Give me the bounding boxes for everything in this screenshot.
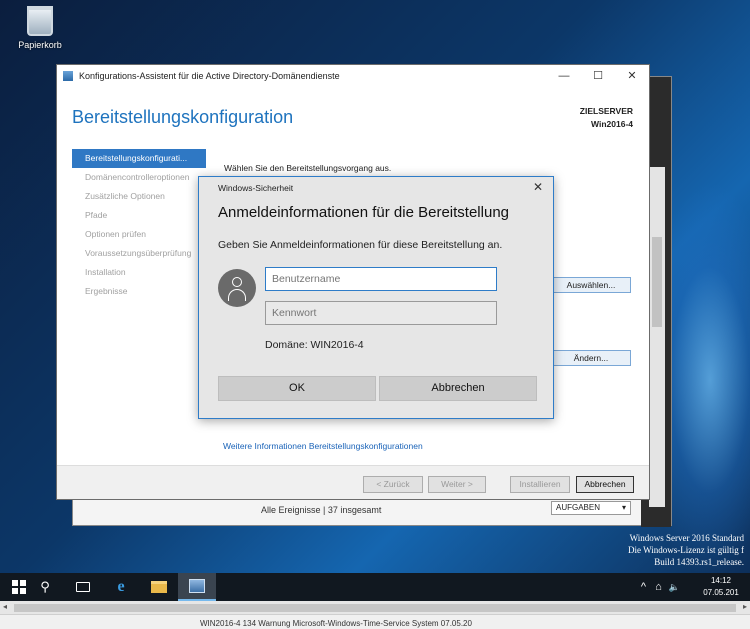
step-installation: Installation (85, 267, 126, 277)
change-credentials-button[interactable]: Ändern... (551, 350, 631, 366)
maximize-icon[interactable]: ☐ (581, 65, 615, 87)
clock-time: 14:12 (710, 576, 732, 585)
cancel-button[interactable]: Abbrechen (576, 476, 634, 493)
step-results: Ergebnisse (85, 286, 128, 296)
event-row[interactable]: WIN2016-4 134 Warnung Microsoft-Windows-… (200, 619, 472, 628)
server-watermark: Windows Server 2016 Standard Die Windows… (628, 532, 744, 568)
next-button[interactable]: Weiter > (428, 476, 486, 493)
clock-date: 07.05.201 (703, 588, 739, 597)
domain-label: Domäne: WIN2016-4 (265, 339, 364, 351)
window-controls: — ☐ ✕ (547, 65, 649, 87)
avatar-body (228, 289, 246, 301)
cancel-dialog-button[interactable]: Abbrechen (379, 376, 537, 401)
background-scrollbar[interactable] (649, 167, 665, 507)
horizontal-scrollbar-thumb[interactable] (14, 604, 736, 612)
credentials-heading: Anmeldeinformationen für die Bereitstell… (218, 204, 509, 221)
step-paths: Pfade (85, 210, 108, 220)
events-count-label: Alle Ereignisse | 37 insgesamt (261, 505, 382, 515)
step-additional-options: Zusätzliche Optionen (85, 191, 165, 201)
wizard-title: Konfigurations-Assistent für die Active … (79, 71, 340, 81)
network-icon[interactable]: ⌂ (655, 581, 662, 593)
select-domain-button[interactable]: Auswählen... (551, 277, 631, 293)
server-manager-icon (63, 71, 73, 81)
page-title: Bereitstellungskonfiguration (72, 107, 294, 127)
horizontal-scrollbar[interactable]: ◂ ▸ (0, 601, 750, 615)
close-icon[interactable]: ✕ (615, 65, 649, 87)
recycle-bin-icon (27, 6, 53, 36)
step-review: Optionen prüfen (85, 229, 146, 239)
tasks-label: AUFGABEN (556, 503, 601, 512)
server-manager-taskbar-icon[interactable] (178, 573, 216, 601)
target-server: ZIELSERVER Win2016-4 (580, 105, 633, 131)
taskbar-clock[interactable]: 14:12 07.05.201 (692, 575, 750, 599)
background-scrollbar-thumb[interactable] (652, 237, 662, 327)
system-tray: ^ ⌂ 🔈 (641, 581, 680, 593)
chevron-down-icon: ▾ (621, 503, 626, 512)
windows-security-dialog: Windows-Sicherheit ✕ Anmeldeinformatione… (198, 176, 554, 419)
close-icon[interactable]: ✕ (533, 180, 543, 194)
task-view-icon[interactable] (64, 573, 102, 601)
volume-icon[interactable]: 🔈 (669, 582, 680, 592)
scroll-right-icon[interactable]: ▸ (743, 602, 747, 611)
license-text: Die Windows-Lizenz ist gültig f (628, 545, 744, 555)
more-info-link[interactable]: Weitere Informationen Bereitstellungskon… (223, 441, 423, 451)
back-button[interactable]: < Zurück (363, 476, 423, 493)
build-text: Build 14393.rs1_release. (654, 557, 744, 567)
file-explorer-icon[interactable] (140, 573, 178, 601)
taskbar: ⚲ e ^ ⌂ 🔈 14:12 07.05.201 (0, 573, 750, 601)
tray-overflow-icon[interactable]: ^ (641, 581, 646, 593)
ok-button[interactable]: OK (218, 376, 376, 401)
target-server-name: Win2016-4 (591, 119, 633, 129)
step-deployment-config[interactable]: Bereitstellungskonfigurati... (72, 149, 206, 168)
minimize-icon[interactable]: — (547, 65, 581, 87)
search-icon[interactable]: ⚲ (26, 573, 64, 601)
avatar-head (232, 277, 242, 287)
internet-explorer-icon[interactable]: e (102, 573, 140, 601)
target-server-label: ZIELSERVER (579, 106, 633, 116)
install-button[interactable]: Installieren (510, 476, 570, 493)
password-input[interactable] (265, 301, 497, 325)
step-prereq-check: Voraussetzungsüberprüfung (85, 248, 192, 258)
desktop: Papierkorb Alle Ereignisse | 37 insgesam… (0, 0, 750, 573)
username-input[interactable] (265, 267, 497, 291)
step-dc-options: Domänencontrolleroptionen (85, 172, 190, 182)
security-dialog-title: Windows-Sicherheit (218, 183, 294, 193)
server-edition-text: Windows Server 2016 Standard (629, 533, 744, 543)
recycle-bin-label: Papierkorb (18, 40, 62, 50)
recycle-bin[interactable]: Papierkorb (10, 6, 70, 50)
tasks-dropdown[interactable]: AUFGABEN ▾ (551, 501, 631, 515)
wizard-footer: < Zurück Weiter > Installieren Abbrechen (57, 465, 649, 499)
wizard-steps-nav: Bereitstellungskonfigurati... Domänencon… (72, 149, 206, 301)
windows-logo-icon (12, 580, 26, 594)
user-avatar-icon (218, 269, 256, 307)
deployment-intro-text: Wählen Sie den Bereitstellungsvorgang au… (224, 163, 392, 173)
scroll-left-icon[interactable]: ◂ (3, 602, 7, 611)
underlying-window-strip: ◂ ▸ WIN2016-4 134 Warnung Microsoft-Wind… (0, 601, 750, 629)
credentials-instructions: Geben Sie Anmeldeinformationen für diese… (218, 239, 503, 251)
events-header: Alle Ereignisse | 37 insgesamt AUFGABEN … (247, 497, 637, 527)
